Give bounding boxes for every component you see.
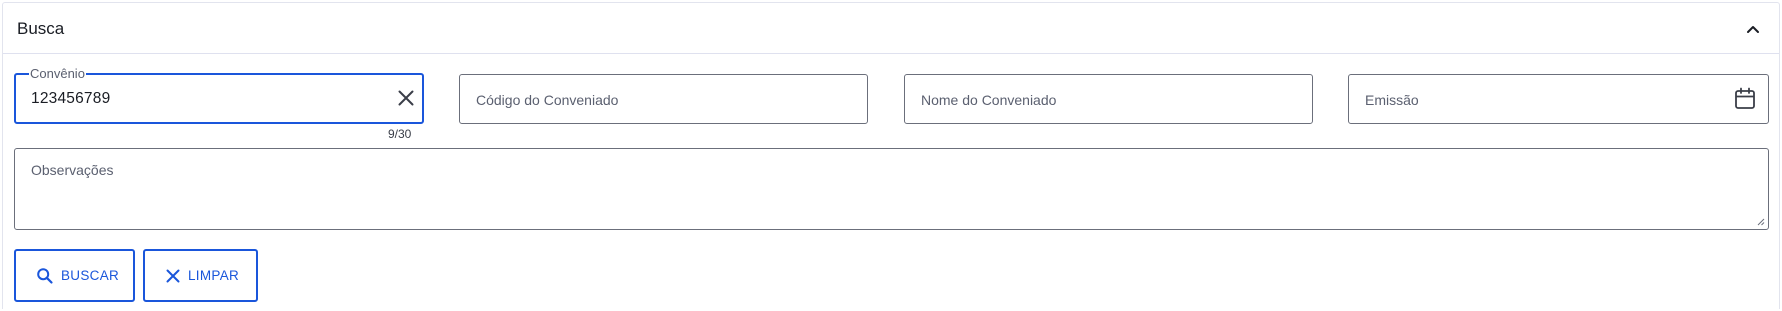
clear-field-button[interactable] (396, 88, 416, 108)
character-counter: 9/30 (388, 127, 412, 141)
clear-button-label: LIMPAR (188, 268, 240, 283)
observacoes-field[interactable]: Observações (14, 148, 1769, 230)
clear-button[interactable]: LIMPAR (143, 249, 258, 302)
resize-handle-icon[interactable] (1756, 217, 1765, 226)
date-picker-button[interactable] (1734, 87, 1756, 111)
search-button-label: BUSCAR (61, 268, 120, 283)
collapse-button[interactable] (1739, 15, 1767, 43)
emissao-field[interactable]: Emissão (1348, 74, 1769, 124)
observacoes-placeholder: Observações (31, 162, 114, 178)
codigo-conveniado-placeholder: Código do Conveniado (476, 92, 619, 108)
codigo-conveniado-field[interactable]: Código do Conveniado (459, 74, 868, 124)
panel-title: Busca (17, 19, 65, 38)
emissao-placeholder: Emissão (1365, 92, 1419, 108)
close-icon (166, 269, 180, 282)
panel-header[interactable]: Busca (3, 3, 1779, 54)
convenio-value[interactable]: 123456789 (31, 90, 110, 108)
calendar-icon (1735, 87, 1755, 109)
search-button[interactable]: BUSCAR (14, 249, 135, 302)
nome-conveniado-field[interactable]: Nome do Conveniado (904, 74, 1313, 124)
search-icon (37, 267, 53, 284)
nome-conveniado-placeholder: Nome do Conveniado (921, 92, 1057, 108)
convenio-label: Convênio (29, 66, 86, 82)
convenio-field[interactable]: Convênio 123456789 (14, 66, 424, 124)
chevron-up-icon (1747, 26, 1759, 33)
close-icon (398, 90, 414, 106)
